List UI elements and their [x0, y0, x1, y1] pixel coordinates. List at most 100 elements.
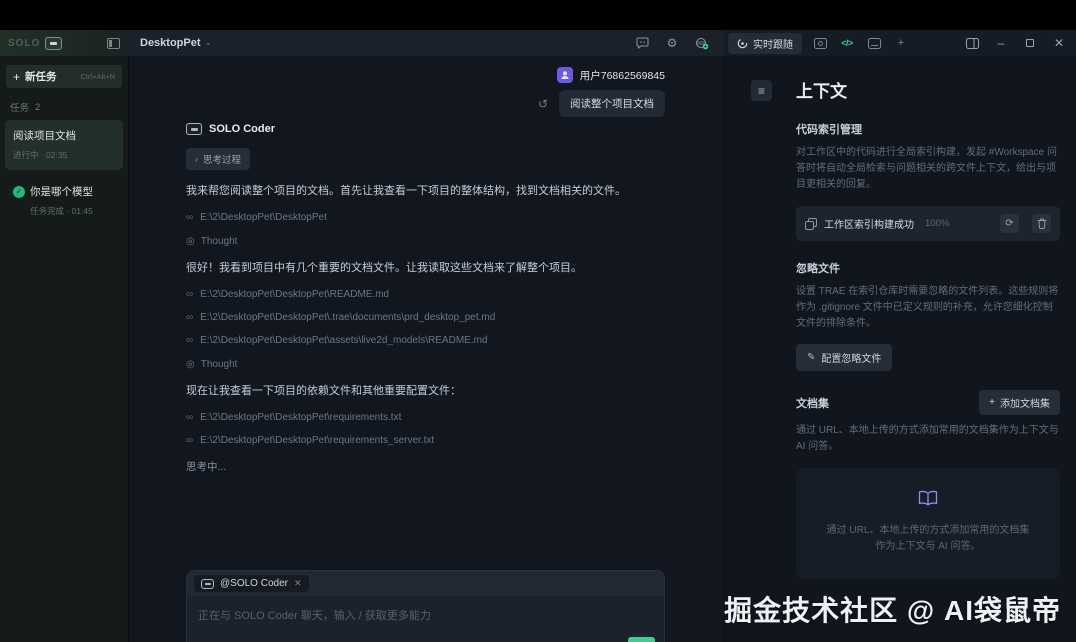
docset-header-row: 文档集 + 添加文档集: [796, 390, 1060, 415]
assistant-paragraph: 很好！我看到项目中有几个重要的文档文件。让我读取这些文档来了解整个项目。: [186, 260, 664, 277]
minimize-icon[interactable]: –: [992, 35, 1010, 51]
ignore-files-heading: 忽略文件: [796, 260, 1060, 276]
plus-icon: +: [989, 397, 995, 408]
task-status: 进行中 · 02:35: [13, 149, 115, 161]
add-docset-button[interactable]: + 添加文档集: [979, 390, 1060, 415]
project-dropdown[interactable]: DesktopPet: [140, 37, 201, 49]
input-placeholder: 正在与 SOLO Coder 聊天，输入 / 获取更多能力: [187, 596, 664, 634]
assistant-message: SOLO Coder › 思考过程 我来帮您阅读整个项目的文档。首先让我查看一下…: [186, 123, 664, 474]
maximize-icon[interactable]: [1021, 35, 1039, 51]
plus-icon: +: [13, 70, 20, 84]
retry-icon[interactable]: ↺: [538, 97, 548, 111]
thought-icon: ◎: [186, 359, 195, 370]
link-icon: ∞: [186, 412, 193, 423]
thinking-status: 思考中...: [186, 459, 664, 474]
menu-icon[interactable]: ≡: [751, 80, 772, 101]
assistant-name: SOLO Coder: [209, 123, 275, 135]
context-panel: ≡ 上下文 代码索引管理 对工作区中的代码进行全局索引构建，发起 #Worksp…: [724, 56, 1076, 642]
link-icon: ∞: [186, 212, 193, 223]
tasks-count: 2: [35, 102, 40, 113]
user-avatar: [557, 67, 573, 83]
solo-coder-icon: [201, 579, 214, 589]
chevron-down-icon: ⌄: [205, 37, 213, 48]
panel-title: 上下文: [796, 77, 1060, 102]
task-item-done[interactable]: ✓ 你是哪个模型 任务完成 · 01:45: [5, 176, 123, 226]
ignore-files-description: 设置 TRAE 在索引仓库时需要忽略的文件列表。这些规则将作为 .gitigno…: [796, 284, 1060, 332]
task-item-running[interactable]: 阅读项目文档 进行中 · 02:35: [5, 120, 123, 170]
user-header: 用户76862569845: [557, 67, 665, 83]
rebuild-index-button[interactable]: ⟳: [1000, 214, 1019, 233]
configure-ignore-button[interactable]: ✎ 配置忽略文件: [796, 344, 892, 371]
remove-mention-icon[interactable]: ✕: [294, 578, 302, 589]
screenshot-icon[interactable]: [811, 35, 829, 51]
thought-row: ◎ Thought: [186, 236, 664, 247]
trash-icon: [1037, 218, 1047, 229]
file-link[interactable]: ∞ E:\2\DesktopPet\DesktopPet\.trae\docum…: [186, 312, 664, 323]
mention-chip[interactable]: @SOLO Coder ✕: [194, 575, 309, 592]
close-icon[interactable]: ✕: [1050, 35, 1068, 51]
solo-coder-icon: [186, 123, 202, 135]
file-link[interactable]: ∞ E:\2\DesktopPet\DesktopPet\requirement…: [186, 412, 664, 423]
new-task-label: 新任务: [25, 69, 57, 84]
user-message-row: ↺ 阅读整个项目文档: [538, 90, 665, 117]
task-title: 阅读项目文档: [13, 128, 76, 143]
app-window: SOLO DesktopPet ⌄ ⚙ 实时跟随 </>: [0, 30, 1076, 642]
split-layout-icon[interactable]: [963, 35, 981, 51]
share-icon[interactable]: [692, 34, 712, 52]
link-icon: ∞: [186, 335, 193, 346]
task-status: 任务完成 · 01:45: [13, 205, 115, 217]
file-link[interactable]: ∞ E:\2\DesktopPet\DesktopPet\assets\live…: [186, 335, 664, 346]
pencil-icon: ✎: [807, 352, 815, 363]
file-link[interactable]: ∞ E:\2\DesktopPet\DesktopPet\requirement…: [186, 435, 664, 446]
tab-realtime-follow[interactable]: 实时跟随: [728, 33, 802, 54]
docset-description: 通过 URL、本地上传的方式添加常用的文档集作为上下文与 AI 问答。: [796, 423, 1060, 455]
docset-empty-text: 通过 URL、本地上传的方式添加常用的文档集作为上下文与 AI 问答。: [822, 523, 1034, 555]
follow-tab-label: 实时跟随: [753, 36, 793, 51]
new-task-shortcut: Ctrl+Alt+N: [80, 72, 115, 81]
new-task-button[interactable]: + 新任务 Ctrl+Alt+N: [6, 65, 122, 88]
assistant-paragraph: 我来帮您阅读整个项目的文档。首先让我查看一下项目的整体结构，找到文档相关的文件。: [186, 183, 664, 200]
check-icon: ✓: [13, 186, 25, 198]
code-index-heading: 代码索引管理: [796, 121, 1060, 137]
chevron-right-icon: ›: [195, 154, 198, 164]
files-icon: [805, 218, 817, 230]
delete-index-button[interactable]: [1032, 214, 1051, 233]
link-icon: ∞: [186, 289, 193, 300]
logo-wordmark: SOLO: [8, 38, 40, 49]
file-link[interactable]: ∞ E:\2\DesktopPet\DesktopPet\README.md: [186, 289, 664, 300]
solo-logo-icon: [45, 37, 62, 50]
user-message-bubble: 阅读整个项目文档: [559, 90, 665, 117]
titlebar-right-tabs: 实时跟随 </> + – ✕: [724, 30, 1076, 56]
user-name: 用户76862569845: [580, 68, 665, 83]
feedback-icon[interactable]: [632, 34, 652, 52]
add-tab-icon[interactable]: +: [892, 35, 910, 51]
settings-gear-icon[interactable]: ⚙: [662, 34, 682, 52]
title-bar: SOLO DesktopPet ⌄ ⚙ 实时跟随 </>: [0, 30, 1076, 56]
chat-input[interactable]: @SOLO Coder ✕ 正在与 SOLO Coder 聊天，输入 / 获取更…: [186, 570, 665, 642]
file-link[interactable]: ∞ E:\2\DesktopPet\DesktopPet: [186, 212, 664, 223]
terminal-icon[interactable]: [865, 35, 883, 51]
code-icon[interactable]: </>: [838, 35, 856, 51]
chat-input-header: @SOLO Coder ✕: [187, 571, 664, 596]
code-index-description: 对工作区中的代码进行全局索引构建，发起 #Workspace 问答时将自动全局检…: [796, 145, 1060, 193]
task-sidebar: + 新任务 Ctrl+Alt+N 任务 2 阅读项目文档 进行中 · 02:35…: [0, 56, 128, 642]
chat-main: 用户76862569845 ↺ 阅读整个项目文档 SOLO Coder › 思考…: [128, 56, 724, 642]
thought-row: ◎ Thought: [186, 359, 664, 370]
docset-heading: 文档集: [796, 395, 829, 411]
watermark: 掘金技术社区 @ AI袋鼠帝: [724, 589, 1061, 629]
docset-empty-state: 通过 URL、本地上传的方式添加常用的文档集作为上下文与 AI 问答。: [796, 468, 1060, 579]
sidebar-toggle-icon[interactable]: [107, 38, 120, 49]
sync-icon: [737, 38, 748, 49]
thinking-process-chip[interactable]: › 思考过程: [186, 148, 250, 170]
link-icon: ∞: [186, 312, 193, 323]
index-status-card: 工作区索引构建成功 100% ⟳: [796, 206, 1060, 241]
index-progress: 100%: [925, 218, 949, 229]
book-icon: [822, 490, 1034, 511]
titlebar-logo-area: SOLO: [0, 30, 128, 56]
tasks-caption: 任务 2: [10, 100, 118, 114]
assistant-header: SOLO Coder: [186, 123, 664, 135]
assistant-paragraph: 现在让我查看一下项目的依赖文件和其他重要配置文件：: [186, 383, 664, 400]
link-icon: ∞: [186, 435, 193, 446]
send-button[interactable]: [628, 637, 655, 642]
thought-icon: ◎: [186, 236, 195, 247]
